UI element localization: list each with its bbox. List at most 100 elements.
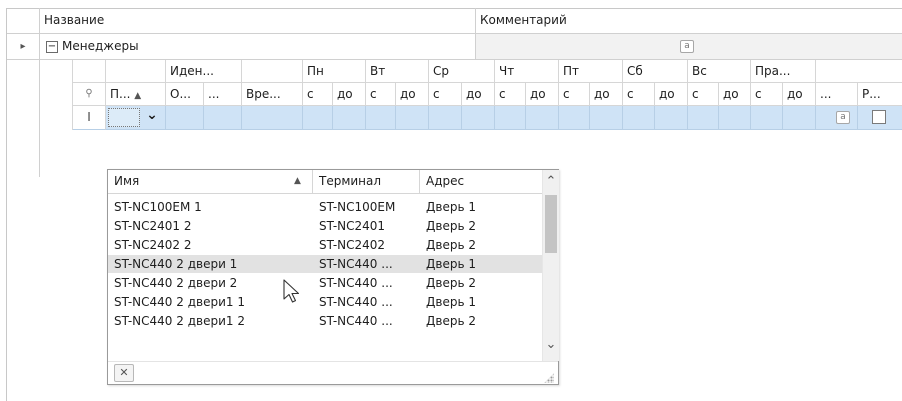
dd-footer: [108, 361, 558, 384]
col-mon-from[interactable]: с: [303, 83, 333, 106]
dropdown-button[interactable]: ⌄: [142, 108, 162, 127]
dd-cell-address: Дверь 2: [426, 314, 476, 328]
edit-cell[interactable]: [655, 106, 688, 130]
edit-cell[interactable]: [429, 106, 462, 130]
edit-cell[interactable]: [166, 106, 204, 130]
band-blank-4: [816, 60, 902, 83]
col-fri-to[interactable]: до: [590, 83, 623, 106]
search-icon[interactable]: ⚲: [73, 83, 106, 106]
dd-list-item[interactable]: ST-NC2402 2 ST-NC2402 Дверь 2: [108, 236, 542, 254]
dd-cell-name: ST-NC440 2 двери1 2: [114, 314, 245, 328]
col-thu-to[interactable]: до: [526, 83, 559, 106]
col-time[interactable]: Вре...: [242, 83, 303, 106]
col-tue-to[interactable]: до: [396, 83, 429, 106]
scroll-thumb[interactable]: [545, 195, 557, 253]
band-blank-3: [242, 60, 303, 83]
dd-list-item[interactable]: ST-NC440 2 двери 1 ST-NC440 ... Дверь 1: [108, 255, 542, 273]
column-header-name[interactable]: Название: [40, 8, 476, 34]
col-name[interactable]: П... ▲: [106, 83, 166, 106]
col-mon-to[interactable]: до: [333, 83, 366, 106]
col-thu-from[interactable]: с: [495, 83, 526, 106]
dd-list-item[interactable]: ST-NC440 2 двери1 2 ST-NC440 ... Дверь 2: [108, 312, 542, 330]
edit-cell[interactable]: [783, 106, 816, 130]
dd-cell-name: ST-NC100EM 1: [114, 200, 202, 214]
lookup-input[interactable]: [108, 108, 140, 127]
edit-cell[interactable]: [688, 106, 719, 130]
edit-cell[interactable]: [303, 106, 333, 130]
dd-cell-terminal: ST-NC440 ...: [319, 314, 393, 328]
edit-cell[interactable]: [559, 106, 590, 130]
group-label: Менеджеры: [62, 39, 139, 53]
band-holiday: Пра...: [751, 60, 816, 83]
name-lookup-editor[interactable]: ⌄: [106, 106, 166, 130]
dd-cell-terminal: ST-NC2402: [319, 238, 386, 252]
band-thu: Чт: [495, 60, 559, 83]
memo-icon: a: [680, 40, 694, 53]
edit-cell[interactable]: [751, 106, 783, 130]
band-blank: [73, 60, 106, 83]
memo-icon[interactable]: a: [836, 111, 850, 124]
band-mon: Пн: [303, 60, 366, 83]
col-sun-from[interactable]: с: [688, 83, 719, 106]
dd-list-item[interactable]: ST-NC440 2 двери 2 ST-NC440 ... Дверь 2: [108, 274, 542, 292]
edit-cell[interactable]: [396, 106, 429, 130]
lookup-dropdown[interactable]: Имя ▲ Терминал Адрес ST-NC100EM 1 ST-NC10…: [107, 169, 559, 385]
dd-list-item[interactable]: ST-NC100EM 1 ST-NC100EM Дверь 1: [108, 198, 542, 216]
text-cursor-icon: I: [73, 106, 106, 130]
col-r[interactable]: Р...: [858, 83, 902, 106]
dd-cell-name: ST-NC440 2 двери 1: [114, 257, 238, 271]
group-row[interactable]: − Менеджеры: [40, 34, 476, 60]
edit-cell[interactable]: [242, 106, 303, 130]
dd-header-address[interactable]: Адрес: [420, 170, 542, 194]
edit-cell[interactable]: [366, 106, 396, 130]
dd-scrollbar[interactable]: ⌃ ⌄: [542, 170, 559, 361]
dd-cell-address: Дверь 1: [426, 295, 476, 309]
detail-indent-2: [40, 60, 73, 130]
col-fri-from[interactable]: с: [559, 83, 590, 106]
checkbox-cell[interactable]: [858, 106, 902, 130]
dd-list-item[interactable]: ST-NC440 2 двери1 1 ST-NC440 ... Дверь 1: [108, 293, 542, 311]
collapse-icon[interactable]: −: [46, 40, 58, 53]
col-wed-to[interactable]: до: [462, 83, 495, 106]
band-blank-2: [106, 60, 166, 83]
col-wed-from[interactable]: с: [429, 83, 462, 106]
scroll-up-icon[interactable]: ⌃: [543, 172, 559, 190]
group-comment-cell: a: [476, 34, 902, 60]
col-o[interactable]: О...: [166, 83, 204, 106]
col-hol-to[interactable]: до: [783, 83, 816, 106]
memo-cell[interactable]: a: [816, 106, 858, 130]
dd-cell-terminal: ST-NC2401: [319, 219, 386, 233]
dd-header-name[interactable]: Имя ▲: [108, 170, 313, 194]
checkbox[interactable]: [872, 110, 886, 124]
band-sun: Вс: [688, 60, 751, 83]
edit-cell[interactable]: [590, 106, 623, 130]
edit-cell[interactable]: [204, 106, 242, 130]
dd-cell-terminal: ST-NC440 ...: [319, 295, 393, 309]
dd-list-item[interactable]: ST-NC2401 2 ST-NC2401 Дверь 2: [108, 217, 542, 235]
dd-cell-name: ST-NC2401 2: [114, 219, 192, 233]
col-sat-from[interactable]: с: [623, 83, 655, 106]
edit-cell[interactable]: [526, 106, 559, 130]
edit-cell[interactable]: [623, 106, 655, 130]
column-header-comment[interactable]: Комментарий: [476, 8, 902, 34]
dd-cell-terminal: ST-NC100EM: [319, 200, 396, 214]
clear-button[interactable]: ✕: [114, 364, 134, 382]
col-sun-to[interactable]: до: [719, 83, 751, 106]
edit-cell[interactable]: [333, 106, 366, 130]
col-ellipsis[interactable]: ...: [204, 83, 242, 106]
sort-asc-icon: ▲: [294, 176, 301, 186]
col-tue-from[interactable]: с: [366, 83, 396, 106]
col-hol-from[interactable]: с: [751, 83, 783, 106]
edit-cell[interactable]: [719, 106, 751, 130]
edit-cell[interactable]: [495, 106, 526, 130]
edit-cell[interactable]: [462, 106, 495, 130]
dd-cell-address: Дверь 1: [426, 200, 476, 214]
scroll-down-icon[interactable]: ⌄: [543, 338, 559, 356]
band-wed: Ср: [429, 60, 495, 83]
dd-cell-terminal: ST-NC440 ...: [319, 257, 393, 271]
row-indicator-header: [7, 8, 40, 34]
col-sat-to[interactable]: до: [655, 83, 688, 106]
dd-header-terminal[interactable]: Терминал: [313, 170, 420, 194]
col-ellipsis-2[interactable]: ...: [816, 83, 858, 106]
dd-cell-name: ST-NC2402 2: [114, 238, 192, 252]
